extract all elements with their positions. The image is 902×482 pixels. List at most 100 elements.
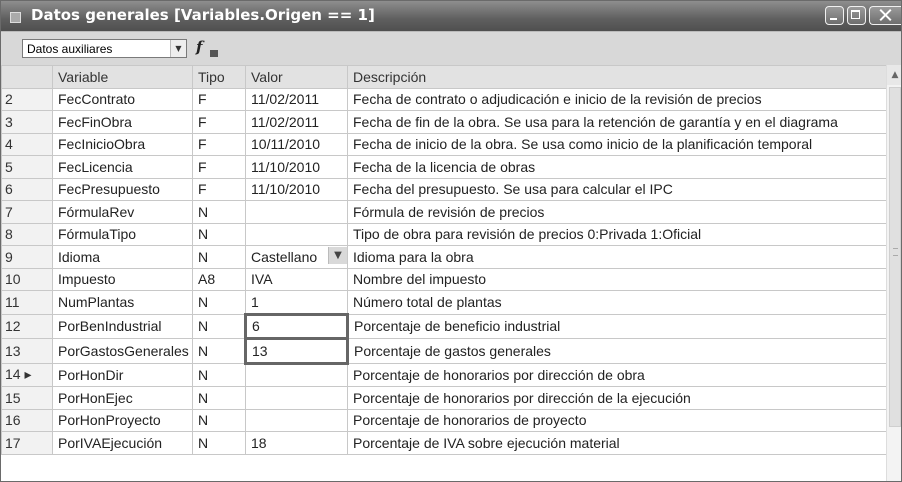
table-row[interactable]: 9 Idioma N Castellano ▼ Idioma para la ob… <box>1 245 887 269</box>
variable-cell[interactable]: Impuesto <box>52 267 193 291</box>
table-row[interactable]: 17 PorIVAEjecución N 18 Porcentaje de IV… <box>1 431 887 455</box>
formula-icon-label: f <box>196 38 203 56</box>
valor-cell[interactable]: IVA <box>245 267 348 291</box>
table-row[interactable]: 4 FecInicioObra F 10/11/2010 Fecha de in… <box>1 132 887 156</box>
tipo-cell[interactable]: F <box>192 87 246 111</box>
table-row[interactable]: 6 FecPresupuesto F 11/10/2010 Fecha del … <box>1 177 887 201</box>
tipo-cell[interactable]: N <box>192 408 246 432</box>
table-row[interactable]: 2 FecContrato F 11/02/2011 Fecha de cont… <box>1 87 887 111</box>
valor-cell[interactable]: 18 <box>245 431 348 455</box>
tipo-cell[interactable]: N <box>192 313 246 339</box>
valor-cell[interactable] <box>245 200 348 224</box>
variable-cell[interactable]: PorHonProyecto <box>52 408 193 432</box>
app-icon <box>8 9 22 23</box>
close-button[interactable] <box>869 6 901 25</box>
minimize-button[interactable] <box>825 6 844 25</box>
tipo-cell[interactable]: N <box>192 386 246 410</box>
valor-cell[interactable] <box>245 386 348 410</box>
valor-cell[interactable] <box>245 222 348 246</box>
descripcion-cell[interactable]: Nombre del impuesto <box>347 267 887 291</box>
variable-cell[interactable]: FecPresupuesto <box>52 177 193 201</box>
table-row-current[interactable]: 14 ▸ PorHonDir N Porcentaje de honorario… <box>1 362 887 387</box>
table-row[interactable]: 7 FórmulaRev N Fórmula de revisión de pr… <box>1 200 887 224</box>
variable-cell[interactable]: NumPlantas <box>52 290 193 315</box>
maximize-button[interactable] <box>847 6 866 25</box>
valor-cell[interactable] <box>245 408 348 432</box>
descripcion-cell[interactable]: Fecha de inicio de la obra. Se usa como … <box>347 132 887 156</box>
valor-cell[interactable]: 11/10/2010 <box>245 177 348 201</box>
descripcion-cell[interactable]: Fecha de contrato o adjudicación e inici… <box>347 87 887 111</box>
valor-cell[interactable]: 11/10/2010 <box>245 155 348 179</box>
descripcion-cell[interactable]: Fecha de fin de la obra. Se usa para la … <box>347 110 887 134</box>
variable-cell[interactable]: FecLicencia <box>52 155 193 179</box>
tipo-cell[interactable]: A8 <box>192 267 246 291</box>
vertical-scrollbar[interactable]: ▲ <box>886 65 901 481</box>
valor-cell[interactable]: 11/02/2011 <box>245 87 348 111</box>
data-source-select[interactable]: Datos auxiliares ▼ <box>22 39 187 58</box>
variable-cell[interactable]: FórmulaRev <box>52 200 193 224</box>
descripcion-cell[interactable]: Porcentaje de honorarios de proyecto <box>347 408 887 432</box>
tipo-cell[interactable]: F <box>192 177 246 201</box>
descripcion-cell[interactable]: Fecha de la licencia de obras <box>347 155 887 179</box>
chevron-down-icon[interactable]: ▼ <box>328 247 347 264</box>
variable-cell[interactable]: FecInicioObra <box>52 132 193 156</box>
variable-cell[interactable]: Idioma <box>52 245 193 269</box>
tipo-cell[interactable]: F <box>192 132 246 156</box>
idioma-select[interactable]: Castellano ▼ <box>245 245 348 269</box>
valor-cell-selected[interactable]: 6 <box>244 312 349 340</box>
table-row[interactable]: 11 NumPlantas N 1 Número total de planta… <box>1 290 887 315</box>
tipo-cell[interactable]: N <box>192 338 246 364</box>
descripcion-cell[interactable]: Porcentaje de honorarios por dirección d… <box>347 386 887 410</box>
variable-cell[interactable]: PorIVAEjecución <box>52 431 193 455</box>
valor-cell-selected[interactable]: 13 <box>244 337 349 365</box>
descripcion-cell[interactable]: Idioma para la obra <box>347 245 887 269</box>
descripcion-cell[interactable]: Tipo de obra para revisión de precios 0:… <box>347 222 887 246</box>
table-row[interactable]: 16 PorHonProyecto N Porcentaje de honora… <box>1 408 887 432</box>
row-number: 17 <box>1 431 53 455</box>
table-row[interactable]: 12 PorBenIndustrial N 6 Porcentaje de be… <box>1 312 887 340</box>
formula-icon[interactable]: f <box>196 38 218 58</box>
chevron-down-icon[interactable]: ▼ <box>170 40 186 57</box>
descripcion-cell[interactable]: Porcentaje de honorarios por dirección d… <box>347 362 887 387</box>
tipo-cell[interactable]: N <box>192 362 246 387</box>
valor-cell[interactable]: 11/02/2011 <box>245 110 348 134</box>
table-row[interactable]: 3 FecFinObra F 11/02/2011 Fecha de fin d… <box>1 110 887 134</box>
descripcion-cell[interactable]: Número total de plantas <box>347 290 887 315</box>
column-header-tipo[interactable]: Tipo <box>192 65 246 89</box>
column-header-variable[interactable]: Variable <box>52 65 193 89</box>
title-bar[interactable]: Datos generales [Variables.Origen == 1] <box>1 1 901 31</box>
row-number: 13 <box>1 338 53 364</box>
tipo-cell[interactable]: N <box>192 290 246 315</box>
variable-cell[interactable]: FecFinObra <box>52 110 193 134</box>
table-row[interactable]: 15 PorHonEjec N Porcentaje de honorarios… <box>1 386 887 410</box>
descripcion-cell[interactable]: Porcentaje de IVA sobre ejecución materi… <box>347 431 887 455</box>
descripcion-cell[interactable]: Fórmula de revisión de precios <box>347 200 887 224</box>
variable-cell[interactable]: PorBenIndustrial <box>52 313 193 339</box>
table-row[interactable]: 13 PorGastosGenerales N 13 Porcentaje de… <box>1 337 887 365</box>
table-row[interactable]: 8 FórmulaTipo N Tipo de obra para revisi… <box>1 222 887 246</box>
variable-cell[interactable]: PorHonEjec <box>52 386 193 410</box>
scrollbar-thumb[interactable] <box>889 87 901 427</box>
tipo-cell[interactable]: N <box>192 222 246 246</box>
table-row[interactable]: 5 FecLicencia F 11/10/2010 Fecha de la l… <box>1 155 887 179</box>
valor-cell[interactable]: 10/11/2010 <box>245 132 348 156</box>
valor-cell[interactable] <box>245 362 348 387</box>
variable-cell[interactable]: FecContrato <box>52 87 193 111</box>
descripcion-cell[interactable]: Fecha del presupuesto. Se usa para calcu… <box>347 177 887 201</box>
tipo-cell[interactable]: F <box>192 155 246 179</box>
descripcion-cell[interactable]: Porcentaje de beneficio industrial <box>347 313 887 339</box>
descripcion-cell[interactable]: Porcentaje de gastos generales <box>347 338 887 364</box>
table-row[interactable]: 10 Impuesto A8 IVA Nombre del impuesto <box>1 267 887 291</box>
tipo-cell[interactable]: N <box>192 200 246 224</box>
variable-cell[interactable]: PorGastosGenerales <box>52 338 193 364</box>
tipo-cell[interactable]: N <box>192 431 246 455</box>
tipo-cell[interactable]: F <box>192 110 246 134</box>
tipo-cell[interactable]: N <box>192 245 246 269</box>
variable-cell[interactable]: FórmulaTipo <box>52 222 193 246</box>
variable-cell[interactable]: PorHonDir <box>52 362 193 387</box>
column-header-valor[interactable]: Valor <box>245 65 348 89</box>
column-header-descripcion[interactable]: Descripción <box>347 65 887 89</box>
valor-cell[interactable]: 1 <box>245 290 348 315</box>
scroll-up-icon[interactable]: ▲ <box>887 65 901 85</box>
row-number: 15 <box>1 386 53 410</box>
